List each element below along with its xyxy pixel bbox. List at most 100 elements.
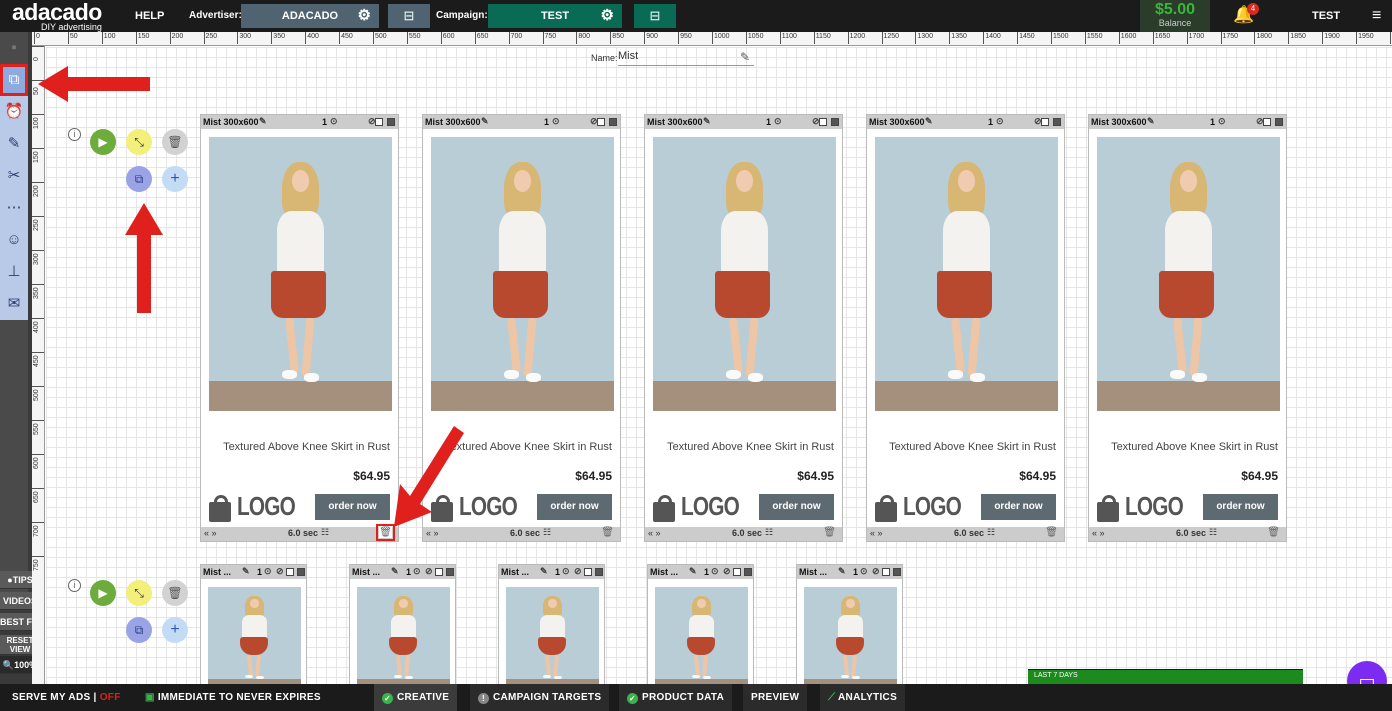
play-button[interactable]: ▶ bbox=[90, 129, 116, 155]
order-now-button[interactable]: order now bbox=[759, 494, 834, 520]
save-button[interactable]: ▪ bbox=[0, 32, 28, 64]
ad-card-small[interactable]: Mist ... ✎ 1 ⊙ ⊘ bbox=[200, 564, 307, 690]
card-title[interactable]: Mist 300x600 bbox=[425, 117, 481, 127]
card-title[interactable]: Mist ... bbox=[650, 567, 678, 577]
schedule-button[interactable]: ⏰ bbox=[0, 96, 28, 128]
focus-icon[interactable]: ⊙ bbox=[996, 116, 1004, 127]
card-title[interactable]: Mist ... bbox=[352, 567, 380, 577]
sliders-icon[interactable]: ☷ bbox=[321, 527, 329, 538]
ad-card-small[interactable]: Mist ... ✎ 1 ⊙ ⊘ bbox=[498, 564, 605, 690]
duration-label[interactable]: 6.0 sec bbox=[510, 528, 540, 538]
tab-preview[interactable]: PREVIEW bbox=[743, 684, 808, 711]
checkbox-icon[interactable] bbox=[435, 568, 443, 576]
link-icon[interactable]: ⊘ bbox=[723, 566, 731, 577]
trash-icon[interactable]: 🗑 bbox=[601, 527, 614, 538]
focus-icon[interactable]: ⊙ bbox=[413, 566, 421, 577]
campaign-tree-button[interactable]: ⊟ bbox=[634, 4, 676, 28]
sliders-icon[interactable]: ☷ bbox=[765, 527, 773, 538]
square-filled-icon[interactable] bbox=[609, 118, 617, 126]
focus-icon[interactable]: ⊙ bbox=[774, 116, 782, 127]
focus-icon[interactable]: ⊙ bbox=[552, 116, 560, 127]
checkbox-icon[interactable] bbox=[733, 568, 741, 576]
campaign-select[interactable]: TEST ⚙ bbox=[488, 4, 622, 28]
pencil-icon[interactable]: ✎ bbox=[838, 566, 846, 577]
delete-row-button[interactable]: 🗑 bbox=[162, 129, 188, 155]
balance-widget[interactable]: $5.00 Balance bbox=[1140, 0, 1210, 32]
card-title[interactable]: Mist ... bbox=[203, 567, 231, 577]
collapse-button[interactable]: ⤡ bbox=[126, 129, 152, 155]
card-title[interactable]: Mist 300x600 bbox=[647, 117, 703, 127]
square-filled-icon[interactable] bbox=[831, 118, 839, 126]
order-now-button[interactable]: order now bbox=[315, 494, 390, 520]
link-icon[interactable]: ⊘ bbox=[872, 566, 880, 577]
analytics-mini-panel[interactable]: LAST 7 DAYS bbox=[1028, 669, 1303, 684]
info-icon[interactable]: i bbox=[68, 128, 81, 141]
trash-icon[interactable]: 🗑 bbox=[1267, 527, 1280, 538]
focus-icon[interactable]: ⊙ bbox=[1218, 116, 1226, 127]
sliders-icon[interactable]: ☷ bbox=[1209, 527, 1217, 538]
schedule-range[interactable]: ▣ IMMEDIATE TO NEVER EXPIRES bbox=[145, 684, 321, 711]
twitter-button[interactable]: ✉ bbox=[0, 288, 28, 320]
square-filled-icon[interactable] bbox=[1053, 118, 1061, 126]
duplicate-row-button[interactable]: ⧉ bbox=[126, 166, 152, 192]
checkbox-icon[interactable] bbox=[375, 118, 383, 126]
delete-row-button[interactable]: 🗑 bbox=[162, 580, 188, 606]
trash-icon[interactable]: 🗑 bbox=[376, 524, 395, 541]
pencil-icon[interactable]: ✎ bbox=[1147, 116, 1155, 127]
tab-creative[interactable]: ✓ CREATIVE bbox=[374, 684, 458, 711]
card-title[interactable]: Mist 300x600 bbox=[869, 117, 925, 127]
edit-button[interactable]: ✎ bbox=[0, 128, 28, 160]
square-filled-icon[interactable] bbox=[446, 568, 454, 576]
add-button[interactable]: + bbox=[162, 166, 188, 192]
square-filled-icon[interactable] bbox=[893, 568, 901, 576]
order-now-button[interactable]: order now bbox=[537, 494, 612, 520]
campaign-settings-icon[interactable]: ⚙ bbox=[601, 4, 614, 28]
ad-card-small[interactable]: Mist ... ✎ 1 ⊙ ⊘ bbox=[647, 564, 754, 690]
checkbox-icon[interactable] bbox=[882, 568, 890, 576]
trash-icon[interactable]: 🗑 bbox=[1045, 527, 1058, 538]
checkbox-icon[interactable] bbox=[1041, 118, 1049, 126]
advertiser-tree-button[interactable]: ⊟ bbox=[388, 4, 430, 28]
pencil-icon[interactable]: ✎ bbox=[259, 116, 267, 127]
checkbox-icon[interactable] bbox=[1263, 118, 1271, 126]
user-menu[interactable]: TEST bbox=[1312, 10, 1340, 22]
card-title[interactable]: Mist ... bbox=[799, 567, 827, 577]
advertiser-settings-icon[interactable]: ⚙ bbox=[358, 4, 371, 28]
pencil-icon[interactable]: ✎ bbox=[703, 116, 711, 127]
link-icon[interactable]: ⊘ bbox=[425, 566, 433, 577]
tools-button[interactable]: ✂ bbox=[0, 160, 28, 192]
square-filled-icon[interactable] bbox=[297, 568, 305, 576]
advertiser-select[interactable]: ADACADO ⚙ bbox=[241, 4, 379, 28]
square-filled-icon[interactable] bbox=[387, 118, 395, 126]
checkbox-icon[interactable] bbox=[584, 568, 592, 576]
checkbox-icon[interactable] bbox=[597, 118, 605, 126]
help-link[interactable]: HELP bbox=[135, 10, 164, 22]
ad-card-small[interactable]: Mist ... ✎ 1 ⊙ ⊘ bbox=[349, 564, 456, 690]
pencil-icon[interactable]: ✎ bbox=[540, 566, 548, 577]
order-now-button[interactable]: order now bbox=[981, 494, 1056, 520]
pencil-icon[interactable]: ✎ bbox=[481, 116, 489, 127]
nav-arrows-icon[interactable]: « » bbox=[870, 528, 883, 538]
emoji-button[interactable]: ☺ bbox=[0, 224, 28, 256]
checkbox-icon[interactable] bbox=[286, 568, 294, 576]
square-filled-icon[interactable] bbox=[1275, 118, 1283, 126]
play-button[interactable]: ▶ bbox=[90, 580, 116, 606]
dots-button[interactable]: ⋯ bbox=[0, 192, 28, 224]
tab-analytics[interactable]: ⟋ ANALYTICS bbox=[820, 684, 906, 711]
stamp-button[interactable]: ⊥ bbox=[0, 256, 28, 288]
info-icon[interactable]: i bbox=[68, 579, 81, 592]
pencil-icon[interactable]: ✎ bbox=[391, 566, 399, 577]
pencil-icon[interactable]: ✎ bbox=[925, 116, 933, 127]
ad-card[interactable]: Mist 300x600 ✎ 1 ⊙ ⊘ Textured Above Knee Skir… bbox=[644, 114, 843, 542]
nav-arrows-icon[interactable]: « » bbox=[1092, 528, 1105, 538]
pencil-icon[interactable]: ✎ bbox=[689, 566, 697, 577]
square-filled-icon[interactable] bbox=[744, 568, 752, 576]
link-icon[interactable]: ⊘ bbox=[276, 566, 284, 577]
add-button[interactable]: + bbox=[162, 617, 188, 643]
tab-campaign-targets[interactable]: ! CAMPAIGN TARGETS bbox=[470, 684, 610, 711]
pencil-icon[interactable]: ✎ bbox=[242, 566, 250, 577]
focus-icon[interactable]: ⊙ bbox=[711, 566, 719, 577]
ad-card[interactable]: Mist 300x600 ✎ 1 ⊙ ⊘ Textured Above Knee Skir… bbox=[1088, 114, 1287, 542]
duration-label[interactable]: 6.0 sec bbox=[288, 528, 318, 538]
link-icon[interactable]: ⊘ bbox=[574, 566, 582, 577]
